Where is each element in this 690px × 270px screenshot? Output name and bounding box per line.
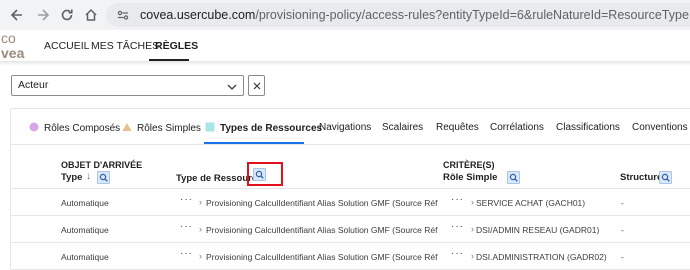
- home-icon: [85, 8, 97, 21]
- menu-regles[interactable]: RÈGLES: [155, 40, 198, 52]
- square-icon: [205, 122, 215, 135]
- covea-logo[interactable]: co vea: [0, 30, 40, 62]
- simple-role-search-button[interactable]: [507, 171, 520, 184]
- group-header-target: OBJET D'ARRIVÉE: [61, 160, 143, 170]
- cell-type: Automatique: [61, 225, 109, 235]
- chevron-right-icon[interactable]: ›: [471, 224, 474, 234]
- cell-type: Automatique: [61, 252, 109, 262]
- chevron-right-icon[interactable]: ›: [199, 251, 202, 261]
- tab-classifications[interactable]: Classifications: [556, 122, 620, 133]
- more-options-icon[interactable]: ···: [451, 248, 464, 259]
- column-header-simple-role[interactable]: Rôle Simple: [443, 172, 497, 183]
- menu-accueil[interactable]: ACCUEIL: [44, 40, 90, 52]
- tab-label: Scalaires: [382, 122, 424, 133]
- url-text: covea.usercube.com/provisioning-policy/a…: [140, 8, 689, 22]
- chevron-down-icon: [226, 80, 238, 92]
- chevron-right-icon[interactable]: ›: [471, 251, 474, 261]
- table-row[interactable]: Automatique ··· › Provisioning CalculIde…: [10, 243, 690, 270]
- column-header-type[interactable]: Type: [61, 172, 82, 183]
- tab-label: Requêtes: [436, 122, 479, 133]
- url-path: /provisioning-policy/access-rules?entity…: [255, 8, 689, 22]
- type-search-button[interactable]: [97, 171, 110, 184]
- tab-label: Rôles Composés: [44, 123, 121, 134]
- more-options-icon[interactable]: ···: [451, 194, 464, 205]
- menu-mes-taches[interactable]: MES TÂCHES: [91, 40, 159, 52]
- tab-roles-simples[interactable]: Rôles Simples: [122, 122, 201, 135]
- clear-filter-button[interactable]: [248, 75, 265, 96]
- chevron-right-icon[interactable]: ›: [199, 224, 202, 234]
- column-header-structure[interactable]: Structure: [620, 172, 662, 183]
- search-icon: [99, 173, 108, 182]
- more-options-icon[interactable]: ···: [180, 248, 193, 259]
- search-icon: [661, 173, 670, 182]
- cell-structure: -: [621, 198, 624, 208]
- tab-label: Conventions de: [632, 122, 690, 133]
- logo-text-bottom: vea: [1, 45, 25, 61]
- close-icon: [253, 82, 260, 89]
- tab-types-de-ressources[interactable]: Types de Ressources: [205, 122, 322, 135]
- circle-icon: [29, 122, 39, 135]
- tab-label: Navigations: [319, 122, 372, 133]
- cell-resource-type[interactable]: Provisioning CalculIdentifiant Alias Sol…: [206, 225, 438, 235]
- sort-arrow-icon[interactable]: ↓: [86, 171, 91, 182]
- reload-button[interactable]: [58, 6, 76, 24]
- arrow-left-icon: [10, 9, 22, 21]
- search-icon: [509, 173, 518, 182]
- logo-text-top: co: [1, 30, 16, 46]
- tab-conventions[interactable]: Conventions de: [632, 122, 690, 133]
- reload-icon: [61, 9, 73, 21]
- forward-button[interactable]: [34, 6, 52, 24]
- header-shadow: [0, 62, 690, 66]
- app-header: co vea ACCUEIL MES TÂCHES RÈGLES: [0, 30, 690, 62]
- menu-active-indicator: [149, 59, 189, 61]
- site-settings-icon[interactable]: [116, 8, 130, 22]
- browser-toolbar: covea.usercube.com/provisioning-policy/a…: [0, 0, 690, 30]
- back-button[interactable]: [8, 6, 26, 24]
- tab-label: Rôles Simples: [137, 123, 201, 134]
- tab-scalaires[interactable]: Scalaires: [382, 122, 423, 133]
- tab-roles-composes[interactable]: Rôles Composés: [29, 122, 120, 135]
- cell-structure: -: [621, 252, 624, 262]
- cell-resource-type[interactable]: Provisioning CalculIdentifiant Alias Sol…: [206, 252, 438, 262]
- tab-requetes[interactable]: Requêtes: [436, 122, 479, 133]
- more-options-icon[interactable]: ···: [451, 221, 464, 232]
- more-options-icon[interactable]: ···: [180, 221, 193, 232]
- table-row[interactable]: Automatique ··· › Provisioning CalculIde…: [10, 189, 690, 216]
- rule-tabs: Rôles Composés Rôles Simples Types de Re…: [0, 112, 690, 144]
- chevron-right-icon[interactable]: ›: [199, 197, 202, 207]
- arrow-right-icon: [38, 9, 50, 21]
- home-button[interactable]: [82, 6, 100, 24]
- tab-label: Classifications: [556, 122, 620, 133]
- address-bar[interactable]: covea.usercube.com/provisioning-policy/a…: [106, 3, 690, 27]
- url-domain: covea.usercube.com: [140, 8, 256, 22]
- cell-type: Automatique: [61, 198, 109, 208]
- cell-resource-type[interactable]: Provisioning CalculIdentifiant Alias Sol…: [206, 198, 438, 208]
- highlight-annotation: [247, 162, 283, 186]
- structure-search-button[interactable]: [659, 171, 672, 184]
- tab-correlations[interactable]: Corrélations: [490, 122, 544, 133]
- cell-simple-role[interactable]: DSI/ADMIN RESEAU (GADR01): [476, 225, 599, 235]
- group-header-criteria: CRITÈRE(S): [443, 160, 495, 170]
- entity-type-value: Acteur: [18, 79, 49, 91]
- cell-simple-role[interactable]: SERVICE ACHAT (GACH01): [476, 198, 585, 208]
- cell-structure: -: [621, 225, 624, 235]
- table-row[interactable]: Automatique ··· › Provisioning CalculIde…: [10, 216, 690, 243]
- tab-label: Corrélations: [490, 122, 544, 133]
- entity-type-select[interactable]: Acteur: [11, 75, 244, 96]
- chevron-right-icon[interactable]: ›: [471, 197, 474, 207]
- tabs-divider: [10, 144, 690, 145]
- more-options-icon[interactable]: ···: [180, 194, 193, 205]
- triangle-icon: [122, 122, 132, 135]
- tab-label: Types de Ressources: [220, 123, 323, 134]
- cell-simple-role[interactable]: DSI.ADMINISTRATION (GADR02): [476, 252, 607, 262]
- tab-navigations[interactable]: Navigations: [319, 122, 371, 133]
